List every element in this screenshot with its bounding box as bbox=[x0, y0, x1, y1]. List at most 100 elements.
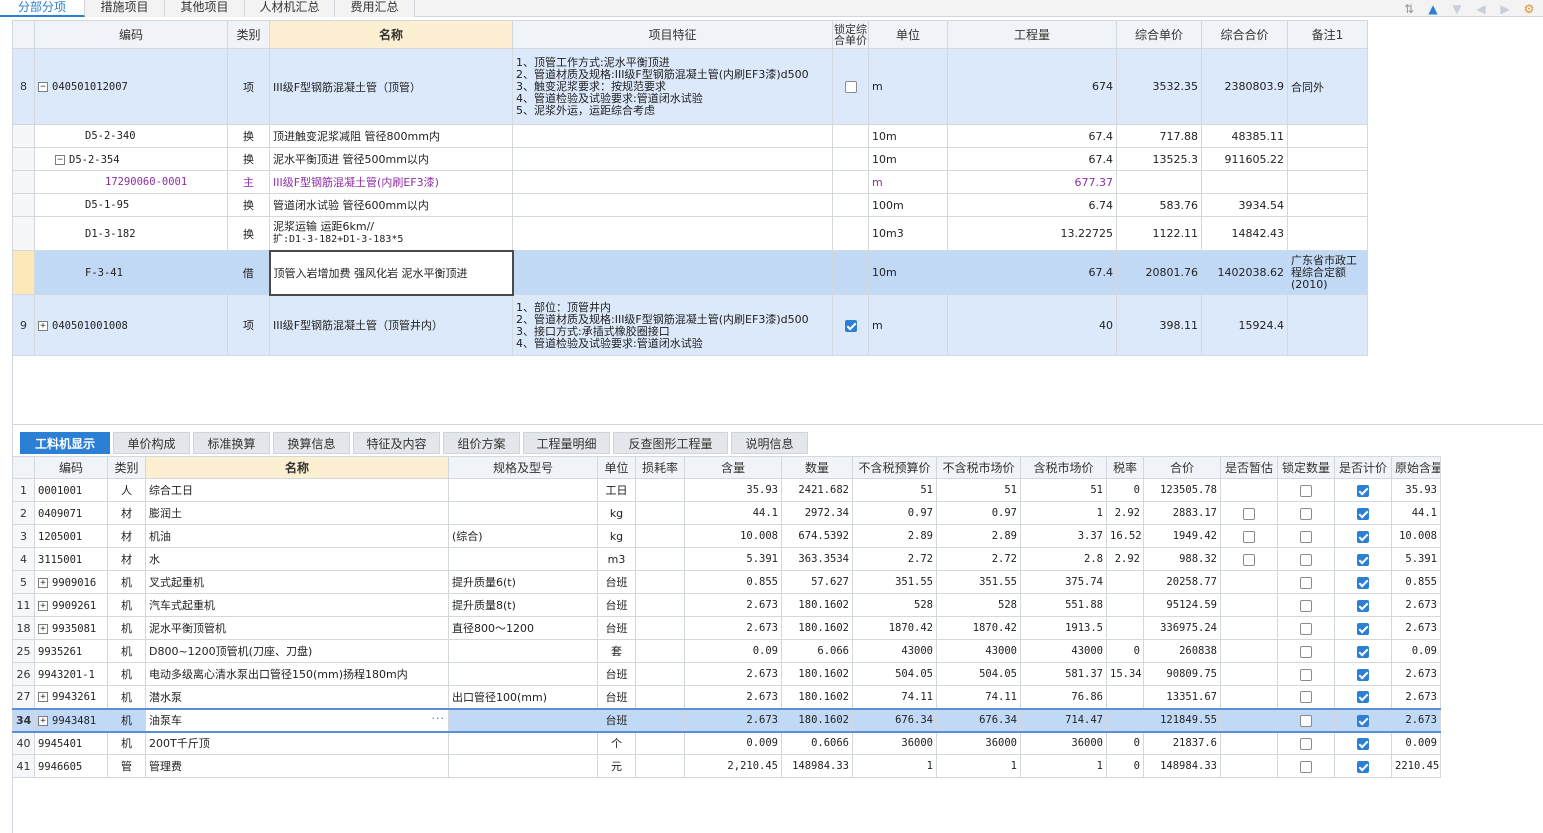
market-price-incl-cell[interactable]: 581.37 bbox=[1020, 662, 1107, 686]
code-cell[interactable]: 9946605 bbox=[34, 754, 108, 778]
total-price-cell[interactable]: 14842.43 bbox=[1201, 216, 1288, 251]
lock-price-checkbox[interactable] bbox=[844, 319, 857, 332]
unit-cell[interactable]: 10m bbox=[868, 124, 948, 148]
lock-quantity-checkbox[interactable] bbox=[1300, 507, 1312, 520]
table-row[interactable]: 26 9943201-1 机 电动多级离心清水泵出口管径150(mm)扬程180… bbox=[12, 662, 1441, 686]
features-cell[interactable]: 1、顶管工作方式:泥水平衡顶进 2、管道材质及规格:III级F型钢筋混凝土管(内… bbox=[512, 48, 833, 125]
tax-rate-cell[interactable]: 0 bbox=[1106, 754, 1144, 778]
market-price-incl-cell[interactable]: 1 bbox=[1020, 754, 1107, 778]
unit-cell[interactable]: 10m bbox=[868, 147, 948, 171]
content-cell[interactable]: 44.1 bbox=[684, 501, 782, 525]
lock-quantity-checkbox[interactable] bbox=[1300, 553, 1312, 566]
is-priced-checkbox[interactable] bbox=[1357, 668, 1369, 681]
code-cell[interactable]: 9945401 bbox=[34, 731, 108, 755]
name-cell[interactable]: 泥水平衡顶管机 bbox=[145, 616, 449, 640]
unit-price-cell[interactable]: 1122.11 bbox=[1116, 216, 1202, 251]
unit-cell[interactable]: 台班 bbox=[597, 707, 636, 733]
original-content-cell[interactable]: 44.1 bbox=[1391, 501, 1441, 525]
loss-rate-cell[interactable] bbox=[635, 754, 685, 778]
unit-cell[interactable]: 元 bbox=[597, 754, 636, 778]
quantity-cell[interactable]: 180.1602 bbox=[781, 707, 853, 733]
total-cell[interactable]: 20258.77 bbox=[1143, 570, 1221, 594]
tab-fenbu-fenxiang[interactable]: 分部分项 bbox=[0, 0, 85, 17]
loss-rate-cell[interactable] bbox=[635, 524, 685, 548]
tax-rate-cell[interactable]: 2.92 bbox=[1106, 501, 1144, 525]
loss-rate-cell[interactable] bbox=[635, 639, 685, 663]
spec-cell[interactable] bbox=[448, 731, 598, 755]
budget-price-cell[interactable]: 2.72 bbox=[852, 547, 937, 571]
table-row[interactable]: 25 9935261 机 D800~1200顶管机(刀座、刀盘) 套 0.09 … bbox=[12, 639, 1441, 663]
note-cell[interactable] bbox=[1287, 216, 1368, 251]
spec-cell[interactable] bbox=[448, 662, 598, 686]
tab-qita-xiangmu[interactable]: 其他项目 bbox=[165, 0, 245, 17]
spec-cell[interactable]: 直径800～1200 bbox=[448, 616, 598, 640]
original-content-cell[interactable]: 2.673 bbox=[1391, 707, 1441, 733]
lock-quantity-checkbox[interactable] bbox=[1300, 737, 1312, 750]
spec-cell[interactable] bbox=[448, 639, 598, 663]
type-cell[interactable]: 换 bbox=[227, 216, 270, 251]
original-content-cell[interactable]: 2.673 bbox=[1391, 593, 1441, 617]
table-row[interactable]: 18 +9935081 机 泥水平衡顶管机 直径800～1200 台班 2.67… bbox=[12, 616, 1441, 640]
features-cell[interactable]: 1、部位：顶管井内 2、管道材质及规格:III级F型钢筋混凝土管(内刷EF3漆)… bbox=[512, 294, 833, 356]
total-price-cell[interactable]: 1402038.62 bbox=[1201, 250, 1288, 295]
total-cell[interactable]: 1949.42 bbox=[1143, 524, 1221, 548]
lock-quantity-checkbox[interactable] bbox=[1300, 645, 1312, 658]
loss-rate-cell[interactable] bbox=[635, 662, 685, 686]
budget-price-cell[interactable]: 528 bbox=[852, 593, 937, 617]
code-cell[interactable]: F-3-41 bbox=[34, 250, 228, 295]
table-row[interactable]: 41 9946605 管 管理费 元 2,210.45 148984.33 1 … bbox=[12, 754, 1441, 778]
spec-cell[interactable] bbox=[448, 754, 598, 778]
code-cell[interactable]: +9909016 bbox=[34, 570, 108, 594]
name-cell[interactable]: 机油 bbox=[145, 524, 449, 548]
code-cell[interactable]: +9909261 bbox=[34, 593, 108, 617]
qty-cell[interactable]: 40 bbox=[947, 294, 1117, 356]
tab-material-display[interactable]: 工料机显示 bbox=[20, 432, 110, 454]
tax-rate-cell[interactable]: 0 bbox=[1106, 478, 1144, 502]
original-content-cell[interactable]: 2.673 bbox=[1391, 685, 1441, 709]
spec-cell[interactable]: 出口管径100(mm) bbox=[448, 685, 598, 709]
is-priced-checkbox[interactable] bbox=[1357, 714, 1369, 727]
expand-icon[interactable]: + bbox=[38, 320, 48, 331]
header-total[interactable]: 合价 bbox=[1143, 456, 1221, 479]
features-cell[interactable] bbox=[512, 216, 833, 251]
header-market-price-excl-tax[interactable]: 不含税市场价 bbox=[936, 456, 1021, 479]
content-cell[interactable]: 2.673 bbox=[684, 616, 782, 640]
header-lock-price[interactable]: 锁定综合单价 bbox=[832, 20, 869, 49]
quantity-cell[interactable]: 2421.682 bbox=[781, 478, 853, 502]
unit-price-cell[interactable]: 13525.3 bbox=[1116, 147, 1202, 171]
table-row-selected[interactable]: 34 +9943481 机 油泵车 ··· 台班 2.673 180.1602 6… bbox=[12, 707, 1441, 733]
header-content[interactable]: 含量 bbox=[684, 456, 782, 479]
unit-cell[interactable]: m3 bbox=[597, 547, 636, 571]
is-priced-checkbox[interactable] bbox=[1357, 507, 1369, 520]
name-cell[interactable]: 膨润土 bbox=[145, 501, 449, 525]
total-price-cell[interactable] bbox=[1201, 170, 1288, 194]
market-price-incl-cell[interactable]: 51 bbox=[1020, 478, 1107, 502]
sort-icon[interactable]: ⇅ bbox=[1403, 2, 1415, 16]
market-price-incl-cell[interactable]: 1 bbox=[1020, 501, 1107, 525]
code-cell[interactable]: 0409071 bbox=[34, 501, 108, 525]
market-price-incl-cell[interactable]: 714.47 bbox=[1020, 707, 1107, 733]
total-cell[interactable]: 121849.55 bbox=[1143, 707, 1221, 733]
provisional-checkbox[interactable] bbox=[1243, 553, 1255, 566]
is-priced-checkbox[interactable] bbox=[1357, 645, 1369, 658]
panel-splitter[interactable] bbox=[12, 424, 1543, 425]
tax-rate-cell[interactable]: 0 bbox=[1106, 639, 1144, 663]
total-price-cell[interactable]: 2380803.9 bbox=[1201, 48, 1288, 125]
type-cell[interactable]: 换 bbox=[227, 147, 270, 171]
is-priced-checkbox[interactable] bbox=[1357, 599, 1369, 612]
header-provisional[interactable]: 是否暂估 bbox=[1220, 456, 1278, 479]
header-original-content[interactable]: 原始含量 bbox=[1391, 456, 1441, 479]
tax-rate-cell[interactable]: 2.92 bbox=[1106, 547, 1144, 571]
type-cell[interactable]: 主 bbox=[227, 170, 270, 194]
total-cell[interactable]: 260838 bbox=[1143, 639, 1221, 663]
unit-cell[interactable]: m bbox=[868, 48, 948, 125]
type-cell[interactable]: 借 bbox=[227, 250, 270, 295]
market-price-excl-cell[interactable]: 528 bbox=[936, 593, 1021, 617]
code-cell[interactable]: +9935081 bbox=[34, 616, 108, 640]
market-price-incl-cell[interactable]: 1913.5 bbox=[1020, 616, 1107, 640]
quantity-cell[interactable]: 674.5392 bbox=[781, 524, 853, 548]
market-price-incl-cell[interactable]: 43000 bbox=[1020, 639, 1107, 663]
code-cell[interactable]: +9943261 bbox=[34, 685, 108, 709]
type-cell[interactable]: 机 bbox=[107, 662, 146, 686]
table-row[interactable]: D5-1-95 换 管道闭水试验 管径600mm以内 100m 6.74 583… bbox=[12, 193, 1368, 217]
